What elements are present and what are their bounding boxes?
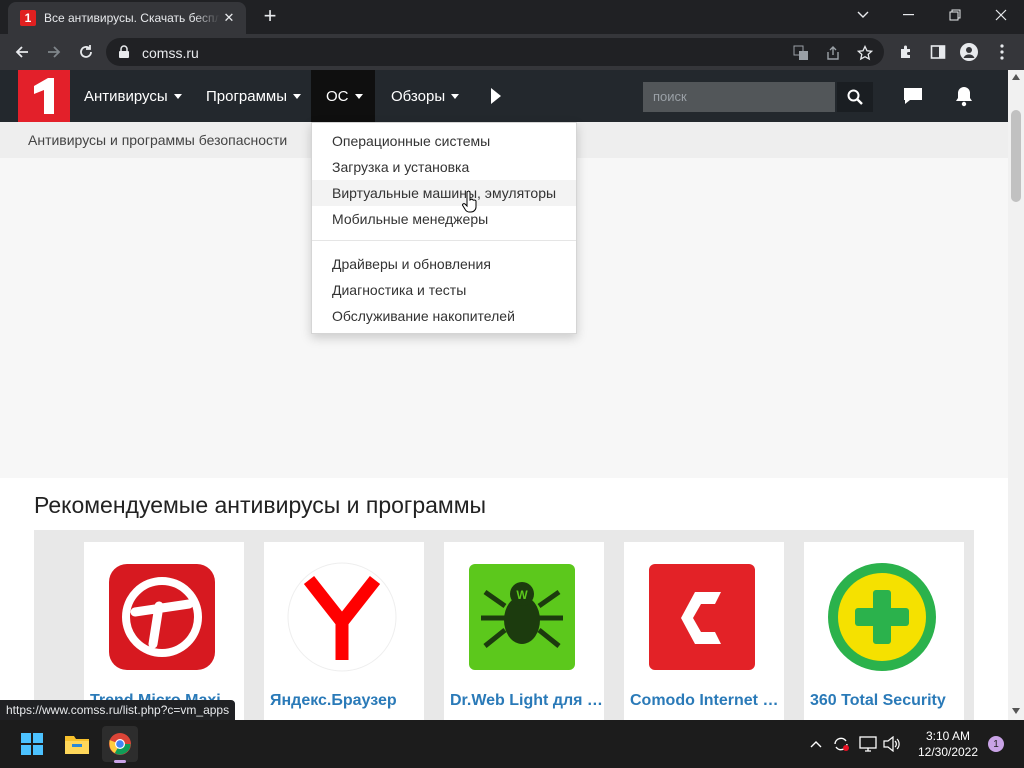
- chevron-up-icon[interactable]: [806, 734, 826, 754]
- active-indicator: [114, 760, 126, 763]
- menu-item-storage-maintenance[interactable]: Обслуживание накопителей: [312, 303, 576, 329]
- search-icon: [847, 89, 863, 105]
- scroll-down-icon[interactable]: [1012, 708, 1020, 714]
- recommended-panel: Рекомендуемые антивирусы и программы Tre…: [0, 478, 1008, 720]
- clock-time: 3:10 AM: [925, 729, 971, 743]
- play-video-icon[interactable]: [484, 84, 508, 108]
- extensions-icon[interactable]: [896, 42, 916, 62]
- url-text: comss.ru: [142, 45, 199, 61]
- menu-item-operating-systems[interactable]: Операционные системы: [312, 128, 576, 154]
- start-button[interactable]: [14, 726, 50, 762]
- tab-title: Все антивирусы. Скачать бесплатные: [44, 11, 220, 25]
- scroll-up-icon[interactable]: [1012, 74, 1020, 80]
- nav-programs-label: Программы: [206, 87, 288, 105]
- forward-arrow-icon[interactable]: [42, 40, 66, 64]
- close-window-button[interactable]: [978, 0, 1024, 30]
- comodo-icon: [649, 564, 755, 670]
- tab-search-icon[interactable]: [840, 0, 886, 30]
- site-favicon-icon: 1: [20, 10, 36, 26]
- display-icon[interactable]: [858, 734, 878, 754]
- menu-item-mobile-managers[interactable]: Мобильные менеджеры: [312, 206, 576, 232]
- notification-badge[interactable]: 1: [988, 736, 1004, 752]
- tab-close-icon[interactable]: ✕: [220, 10, 238, 26]
- system-clock[interactable]: 3:10 AM 12/30/2022: [912, 728, 984, 760]
- yandex-browser-icon: [287, 562, 397, 672]
- minimize-button[interactable]: [886, 0, 932, 30]
- windows-logo-icon: [21, 733, 43, 755]
- drweb-spider-icon: W: [469, 564, 575, 670]
- chevron-down-icon: [173, 93, 182, 99]
- nav-os-label: ОС: [326, 87, 349, 105]
- card-name: Яндекс.Браузер: [270, 692, 397, 709]
- windows-taskbar: 3:10 AM 12/30/2022 1: [0, 720, 1024, 768]
- card-name: Comodo Internet Security: [630, 692, 785, 709]
- menu-kebab-icon[interactable]: [992, 42, 1012, 62]
- new-tab-button[interactable]: +: [258, 5, 282, 29]
- card-comodo[interactable]: Comodo Internet Security: [624, 542, 785, 720]
- card-trend-micro[interactable]: Trend Micro Maximum Security: [84, 542, 245, 720]
- back-arrow-icon[interactable]: [10, 40, 34, 64]
- lock-icon[interactable]: [118, 45, 130, 64]
- nav-os[interactable]: ОС: [311, 70, 375, 122]
- chevron-down-icon: [354, 93, 363, 99]
- browser-tab[interactable]: 1 Все антивирусы. Скачать бесплатные ✕: [8, 2, 246, 34]
- bookmark-star-icon[interactable]: [856, 44, 874, 62]
- svg-text:W: W: [516, 588, 528, 602]
- side-panel-icon[interactable]: [928, 42, 948, 62]
- nav-antivirus[interactable]: Антивирусы: [84, 70, 182, 122]
- card-yandex-browser[interactable]: Яндекс.Браузер: [264, 542, 424, 720]
- card-360-total-security[interactable]: 360 Total Security: [804, 542, 964, 720]
- scroll-thumb[interactable]: [1011, 110, 1021, 202]
- profile-avatar-icon[interactable]: [959, 42, 979, 62]
- chevron-down-icon: [293, 93, 302, 99]
- reload-icon[interactable]: [74, 40, 98, 64]
- menu-item-boot-install[interactable]: Загрузка и установка: [312, 154, 576, 180]
- browser-toolbar: comss.ru: [0, 34, 1024, 70]
- card-drweb[interactable]: W Dr.Web Light для Android: [444, 542, 605, 720]
- chrome-taskbar-button[interactable]: [102, 726, 138, 763]
- bell-icon[interactable]: [952, 84, 976, 108]
- chrome-icon: [109, 733, 131, 755]
- page-scrollbar[interactable]: [1008, 70, 1024, 720]
- restore-button[interactable]: [932, 0, 978, 30]
- sync-icon[interactable]: [831, 734, 851, 754]
- volume-icon[interactable]: [882, 734, 902, 754]
- page-viewport: Антивирусы Программы ОС Обзоры поиск Ант…: [0, 70, 1008, 720]
- recommended-carousel: Trend Micro Maximum Security Яндекс.Брау…: [34, 530, 974, 720]
- file-explorer-button[interactable]: [59, 726, 95, 762]
- clock-date: 12/30/2022: [917, 745, 979, 759]
- chat-icon[interactable]: [901, 84, 925, 108]
- nav-reviews[interactable]: Обзоры: [391, 70, 460, 122]
- trend-micro-icon: [109, 564, 215, 670]
- recommended-section: Рекомендуемые антивирусы и программы Tre…: [0, 478, 1008, 720]
- menu-divider: [312, 240, 576, 241]
- folder-icon: [65, 736, 89, 754]
- status-bar-url: https://www.comss.ru/list.php?c=vm_apps: [0, 700, 236, 720]
- card-name: Dr.Web Light для Android: [450, 692, 605, 709]
- recommended-title: Рекомендуемые антивирусы и программы: [34, 492, 487, 518]
- site-navbar: Антивирусы Программы ОС Обзоры поиск: [0, 70, 1008, 122]
- card-name: 360 Total Security: [810, 692, 946, 709]
- tab-strip: 1 Все антивирусы. Скачать бесплатные ✕ +: [0, 0, 1024, 34]
- os-dropdown-menu: Операционные системы Загрузка и установк…: [311, 122, 577, 334]
- logo-1-icon: [34, 78, 54, 114]
- translate-icon[interactable]: [792, 44, 810, 62]
- nav-programs[interactable]: Программы: [206, 70, 302, 122]
- site-search-input[interactable]: поиск: [643, 82, 835, 112]
- site-logo[interactable]: [18, 70, 70, 122]
- menu-item-virtual-machines[interactable]: Виртуальные машины, эмуляторы: [312, 180, 576, 206]
- address-bar[interactable]: comss.ru: [106, 38, 884, 66]
- chevron-down-icon: [451, 93, 460, 99]
- share-icon[interactable]: [824, 44, 842, 62]
- site-search-button[interactable]: [837, 82, 873, 112]
- menu-item-diagnostics-tests[interactable]: Диагностика и тесты: [312, 277, 576, 303]
- subbar-link[interactable]: Антивирусы и программы безопасности: [28, 132, 287, 148]
- menu-item-drivers-updates[interactable]: Драйверы и обновления: [312, 251, 576, 277]
- hand-cursor-icon: [462, 191, 477, 213]
- nav-reviews-label: Обзоры: [391, 87, 446, 105]
- nav-antivirus-label: Антивирусы: [84, 87, 168, 105]
- 360-security-icon: [828, 563, 936, 671]
